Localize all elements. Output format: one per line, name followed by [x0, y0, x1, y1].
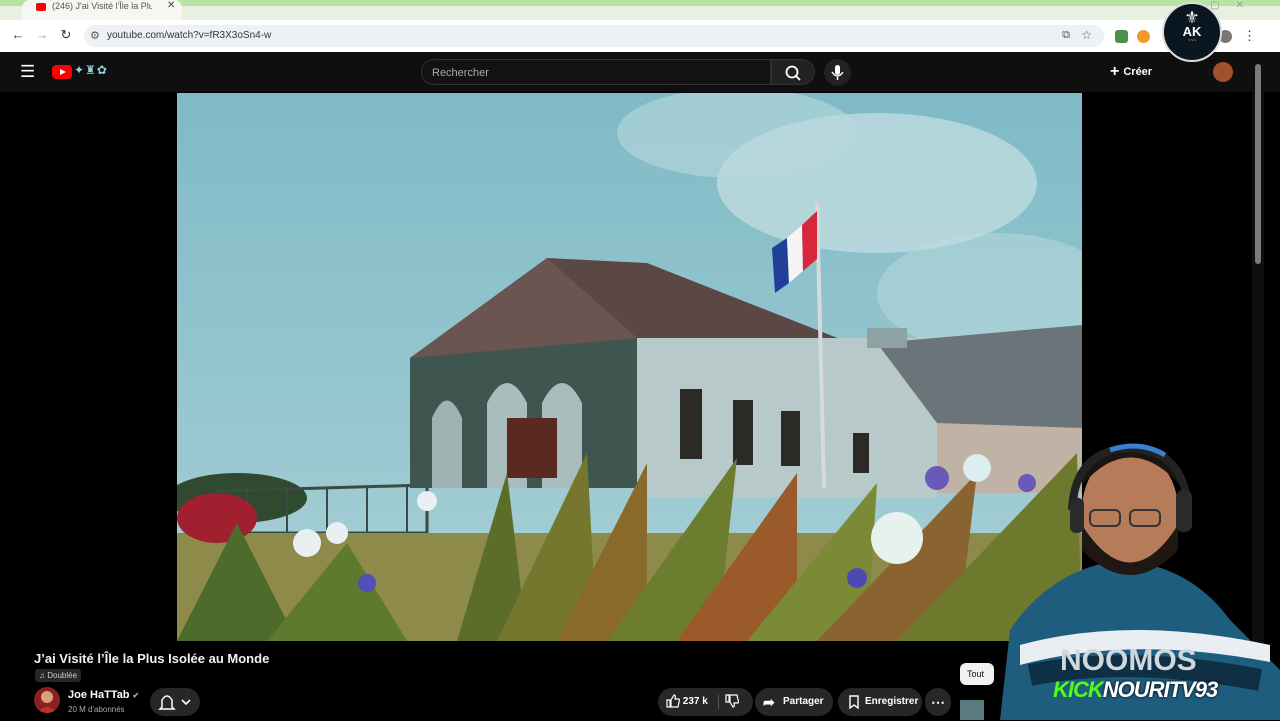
- more-dots-icon: ⋯: [931, 694, 945, 710]
- dubbed-badge: ♫ Doublée: [35, 669, 82, 682]
- tab-strip-accent: [0, 0, 1280, 6]
- share-arrow-icon: ➦: [763, 694, 775, 710]
- subscriber-count: 20 M d'abonnés: [68, 705, 125, 714]
- video-frame: [177, 93, 1082, 641]
- save-button[interactable]: Enregistrer: [838, 688, 922, 716]
- video-title: J’ai Visité l’Île la Plus Isolée au Mond…: [34, 651, 270, 666]
- search-box: [421, 59, 774, 86]
- hoodie-print-text: NOOMOS: [1060, 644, 1197, 677]
- reload-icon[interactable]: ↻: [57, 27, 75, 43]
- bookmark-icon: [849, 695, 859, 709]
- streamer-badge-logo: ⚜ AK ~~~: [1162, 2, 1222, 62]
- back-arrow-icon[interactable]: ←: [9, 27, 27, 42]
- channel-name-text: Joe HaTTab: [68, 689, 130, 701]
- audio-track-icon: ♫: [39, 671, 48, 680]
- youtube-doodle-icon[interactable]: ✦♜✿: [74, 63, 108, 77]
- like-count: 237 k: [682, 696, 708, 707]
- share-label: Partager: [783, 696, 824, 707]
- forward-arrow-icon[interactable]: →: [33, 27, 51, 42]
- account-avatar[interactable]: [1213, 62, 1233, 82]
- save-label: Enregistrer: [865, 696, 919, 707]
- kick-overlay: KICKNOURITV93: [1053, 677, 1218, 703]
- search-input[interactable]: [422, 60, 774, 86]
- like-button[interactable]: 237 k: [666, 688, 708, 716]
- install-app-icon[interactable]: ⧉: [1062, 29, 1070, 42]
- address-bar[interactable]: ⚙ youtube.com/watch?v=fR3X3oSn4-w ⧉ ☆: [84, 25, 1104, 47]
- microphone-icon: [831, 65, 844, 80]
- plus-icon: +: [1110, 63, 1120, 80]
- youtube-header: ☰ ✦♜✿ +Créer: [0, 52, 1280, 92]
- thumbs-up-icon: [666, 694, 681, 708]
- badge-text: AK: [1182, 24, 1202, 39]
- search-icon: [785, 65, 801, 81]
- verified-check-icon: ✔: [132, 691, 140, 700]
- related-video-thumbnail[interactable]: [960, 700, 984, 720]
- bookmark-star-icon[interactable]: ☆: [1081, 28, 1092, 42]
- dubbed-label: Doublée: [47, 671, 78, 680]
- chip-all[interactable]: Tout: [960, 663, 994, 685]
- channel-name[interactable]: Joe HaTTab ✔: [68, 689, 139, 701]
- browser-toolbar: ← → ↻ ⚙ youtube.com/watch?v=fR3X3oSn4-w …: [0, 20, 1280, 52]
- url-text: youtube.com/watch?v=fR3X3oSn4-w: [107, 30, 272, 41]
- notification-bell-button[interactable]: [150, 688, 200, 716]
- channel-avatar[interactable]: [34, 687, 60, 713]
- extension-icon[interactable]: [1115, 30, 1128, 43]
- like-dislike-group: 237 k: [658, 688, 753, 716]
- voice-search-button[interactable]: [824, 59, 851, 86]
- browser-menu-icon[interactable]: ⋮: [1243, 28, 1256, 44]
- browser-tab-strip: (246) J'ai Visité l'Île la Plus Isolée a…: [0, 0, 1280, 20]
- youtube-favicon-icon: [36, 3, 46, 11]
- streamer-name: NOURITV93: [1102, 677, 1218, 702]
- divider: [718, 695, 719, 709]
- site-info-icon[interactable]: ⚙: [90, 29, 100, 42]
- video-player[interactable]: [177, 93, 1082, 641]
- menu-hamburger-icon[interactable]: ☰: [20, 62, 35, 82]
- thumbs-down-icon: [725, 694, 740, 708]
- youtube-logo-icon[interactable]: [52, 65, 72, 79]
- browser-tab[interactable]: (246) J'ai Visité l'Île la Plus Isolée a…: [22, 0, 182, 20]
- kick-logo-text: KICK: [1053, 677, 1104, 702]
- create-label: Créer: [1123, 65, 1153, 78]
- bell-icon: [158, 695, 191, 710]
- badge-sub-decoration: ~~~: [1187, 38, 1197, 44]
- create-button[interactable]: + Créer: [1110, 63, 1152, 81]
- close-tab-icon[interactable]: ✕: [167, 0, 175, 11]
- scrollbar-thumb[interactable]: [1255, 64, 1261, 264]
- dislike-button[interactable]: [725, 688, 740, 716]
- extension-icon[interactable]: [1137, 30, 1150, 43]
- channel-avatar-image: [37, 691, 57, 713]
- tab-title: (246) J'ai Visité l'Île la Plus Isolée a…: [52, 1, 152, 11]
- share-button[interactable]: ➦ Partager: [755, 688, 833, 716]
- search-button[interactable]: [771, 59, 815, 85]
- more-options-button[interactable]: ⋯: [925, 688, 951, 716]
